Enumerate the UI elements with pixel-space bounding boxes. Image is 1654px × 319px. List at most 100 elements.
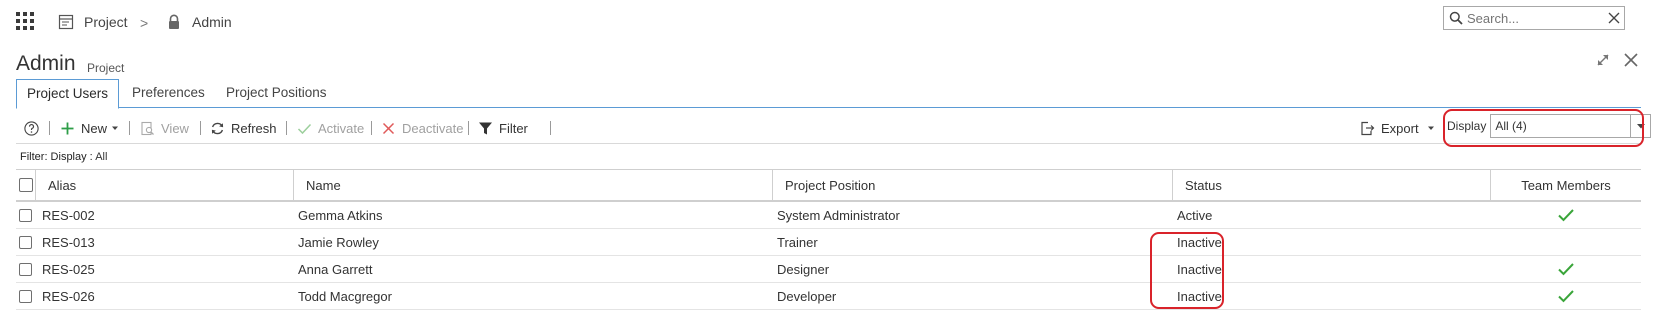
refresh-label: Refresh <box>231 120 277 136</box>
row-checkbox-cell <box>16 256 35 282</box>
alias-cell: RES-025 <box>42 261 95 277</box>
search-icon <box>1449 11 1463 25</box>
green-check-icon <box>1557 289 1575 303</box>
status-cell: Inactive <box>1177 288 1222 304</box>
team-member-cell <box>1490 202 1641 228</box>
caret-down-icon <box>111 124 119 132</box>
name-cell: Todd Macgregor <box>298 288 392 304</box>
tab-bar: Project Users Preferences Project Positi… <box>16 79 1641 109</box>
row-checkbox[interactable] <box>19 208 32 222</box>
toolbar-separator <box>550 121 551 135</box>
deactivate-button[interactable]: Deactivate <box>381 118 463 138</box>
funnel-icon <box>478 121 493 136</box>
clear-search-icon[interactable] <box>1607 11 1621 25</box>
search-input[interactable] <box>1467 8 1607 28</box>
table-row[interactable]: RES-026 Todd Macgregor Developer Inactiv… <box>16 283 1641 310</box>
column-header-project-position[interactable]: Project Position <box>772 170 1172 200</box>
table-row[interactable]: RES-013 Jamie Rowley Trainer Inactive <box>16 229 1641 256</box>
row-checkbox-cell <box>16 283 35 309</box>
view-label: View <box>161 120 189 136</box>
filter-button[interactable]: Filter <box>478 118 528 138</box>
project-users-grid: Alias Name Project Position Status Team … <box>16 169 1641 310</box>
refresh-icon <box>210 121 225 136</box>
export-icon <box>1360 121 1375 136</box>
display-select[interactable]: All (4) <box>1490 114 1652 138</box>
status-cell: Inactive <box>1177 261 1222 277</box>
close-icon[interactable] <box>1623 52 1639 68</box>
status-cell: Active <box>1177 207 1213 223</box>
apps-grid-icon[interactable] <box>16 12 34 30</box>
name-cell: Jamie Rowley <box>298 234 379 250</box>
deactivate-label: Deactivate <box>402 120 464 136</box>
toolbar-separator <box>200 121 201 135</box>
toolbar: New View Refresh Activate Deactivate Fil… <box>16 112 1641 144</box>
search-box <box>1443 6 1625 30</box>
breadcrumb-project[interactable]: Project <box>58 14 128 30</box>
help-icon <box>24 120 39 136</box>
select-all-checkbox[interactable] <box>18 178 33 192</box>
dropdown-arrow-icon[interactable] <box>1630 115 1650 137</box>
toolbar-separator <box>371 121 372 135</box>
tab-project-positions[interactable]: Project Positions <box>216 79 337 108</box>
toolbar-separator <box>49 121 50 135</box>
refresh-button[interactable]: Refresh <box>210 118 277 138</box>
green-check-icon <box>1557 262 1575 276</box>
top-bar: Project > Admin <box>0 0 1654 46</box>
x-mark-icon <box>381 121 396 136</box>
table-row[interactable]: RES-025 Anna Garrett Designer Inactive <box>16 256 1641 283</box>
new-label: New <box>81 120 108 136</box>
tab-project-users[interactable]: Project Users <box>16 79 120 109</box>
table-row[interactable]: RES-002 Gemma Atkins System Administrato… <box>16 202 1641 229</box>
activate-button[interactable]: Activate <box>297 118 364 138</box>
filter-info-prefix: Filter: Display : <box>20 151 93 163</box>
position-cell: Designer <box>777 261 830 277</box>
view-button[interactable]: View <box>140 118 189 138</box>
team-member-cell <box>1490 256 1641 282</box>
position-cell: Trainer <box>777 234 818 250</box>
filter-info-value: All <box>95 151 108 163</box>
tab-preferences[interactable]: Preferences <box>122 79 215 108</box>
export-button[interactable]: Export <box>1360 118 1435 138</box>
display-filter: Display All (4) <box>1447 113 1652 139</box>
toolbar-separator <box>286 121 287 135</box>
row-checkbox[interactable] <box>19 262 32 276</box>
team-member-cell <box>1490 229 1641 255</box>
activate-label: Activate <box>318 120 365 136</box>
name-cell: Anna Garrett <box>298 261 373 277</box>
column-header-status[interactable]: Status <box>1172 170 1490 200</box>
toolbar-separator <box>129 121 130 135</box>
position-cell: System Administrator <box>777 207 900 223</box>
breadcrumb-project-label: Project <box>84 14 128 30</box>
checkmark-icon <box>297 121 312 136</box>
row-checkbox[interactable] <box>19 235 32 249</box>
project-icon <box>58 14 74 30</box>
alias-cell: RES-026 <box>42 288 95 304</box>
team-member-cell <box>1490 283 1641 309</box>
filter-label: Filter <box>499 120 528 136</box>
new-button[interactable]: New <box>60 118 119 138</box>
plus-icon <box>60 121 75 136</box>
status-cell: Inactive <box>1177 234 1222 250</box>
row-checkbox-cell <box>16 202 35 228</box>
column-header-alias[interactable]: Alias <box>35 170 293 200</box>
display-selected-value: All (4) <box>1495 119 1527 133</box>
active-filter-info: Filter: Display : All <box>20 151 107 163</box>
row-checkbox[interactable] <box>19 289 32 303</box>
select-all-cell <box>16 170 35 200</box>
expand-icon[interactable] <box>1595 52 1611 68</box>
page-subtitle: Project <box>87 61 125 75</box>
column-header-name[interactable]: Name <box>293 170 772 200</box>
name-cell: Gemma Atkins <box>298 207 383 223</box>
breadcrumb-separator: > <box>140 15 149 31</box>
view-document-icon <box>140 121 155 136</box>
column-header-team-members[interactable]: Team Members <box>1490 170 1641 200</box>
help-button[interactable] <box>24 118 39 138</box>
grid-header-row: Alias Name Project Position Status Team … <box>16 170 1641 202</box>
position-cell: Developer <box>777 288 837 304</box>
breadcrumb-admin-label: Admin <box>192 14 232 30</box>
breadcrumb-admin[interactable]: Admin <box>166 14 232 30</box>
row-checkbox-cell <box>16 229 35 255</box>
toolbar-separator <box>468 121 469 135</box>
green-check-icon <box>1557 208 1575 222</box>
alias-cell: RES-013 <box>42 234 95 250</box>
